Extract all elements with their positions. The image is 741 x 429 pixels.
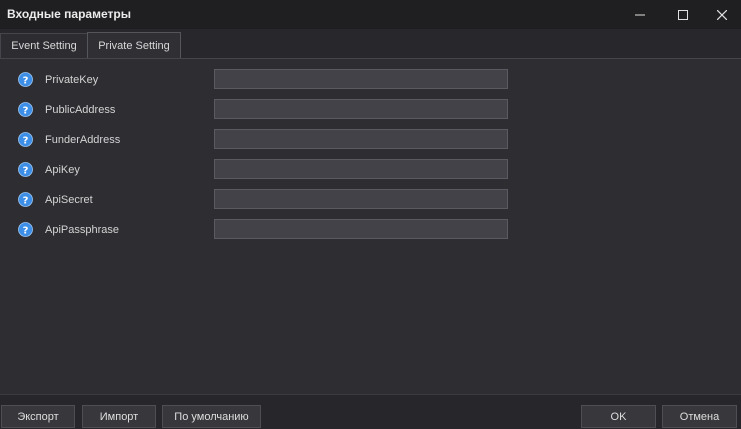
- field-label: ApiPassphrase: [45, 224, 119, 236]
- tab-label: Event Setting: [11, 40, 77, 52]
- svg-text:?: ?: [23, 195, 29, 206]
- tab-private-setting[interactable]: Private Setting: [87, 32, 181, 58]
- field-label: PublicAddress: [45, 104, 116, 116]
- window-title: Входные параметры: [7, 7, 131, 21]
- apikey-input[interactable]: [214, 159, 508, 179]
- apisecret-input[interactable]: [214, 189, 508, 209]
- svg-text:?: ?: [23, 75, 29, 86]
- field-label: PrivateKey: [45, 74, 99, 86]
- close-button[interactable]: [702, 0, 741, 29]
- publicaddress-input[interactable]: [214, 99, 508, 119]
- tab-label: Private Setting: [98, 39, 170, 52]
- maximize-button[interactable]: [663, 0, 703, 29]
- help-icon[interactable]: ?: [18, 132, 33, 147]
- help-icon[interactable]: ?: [18, 192, 33, 207]
- field-row-apipassphrase: ? ApiPassphrase: [0, 218, 741, 248]
- field-row-privatekey: ? PrivateKey: [0, 68, 741, 98]
- cancel-button[interactable]: Отмена: [662, 405, 737, 428]
- dialog-window: Входные параметры Event Setting Private …: [0, 0, 741, 429]
- field-row-funderaddress: ? FunderAddress: [0, 128, 741, 158]
- settings-panel: ? PrivateKey ? PublicAddress ? FunderAdd…: [0, 58, 741, 394]
- maximize-icon: [678, 9, 688, 20]
- button-bar: Экспорт Импорт По умолчанию OK Отмена: [0, 394, 741, 429]
- svg-text:?: ?: [23, 135, 29, 146]
- field-row-apisecret: ? ApiSecret: [0, 188, 741, 218]
- help-icon[interactable]: ?: [18, 72, 33, 87]
- svg-text:?: ?: [23, 225, 29, 236]
- minimize-button[interactable]: [620, 0, 660, 29]
- apipassphrase-input[interactable]: [214, 219, 508, 239]
- tab-event-setting[interactable]: Event Setting: [0, 33, 88, 58]
- privatekey-input[interactable]: [214, 69, 508, 89]
- funderaddress-input[interactable]: [214, 129, 508, 149]
- field-row-publicaddress: ? PublicAddress: [0, 98, 741, 128]
- help-icon[interactable]: ?: [18, 102, 33, 117]
- export-button[interactable]: Экспорт: [1, 405, 75, 428]
- title-bar[interactable]: Входные параметры: [0, 0, 741, 29]
- field-label: ApiSecret: [45, 194, 93, 206]
- svg-text:?: ?: [23, 105, 29, 116]
- svg-text:?: ?: [23, 165, 29, 176]
- tab-strip: Event Setting Private Setting: [0, 29, 741, 58]
- field-row-apikey: ? ApiKey: [0, 158, 741, 188]
- ok-button[interactable]: OK: [581, 405, 656, 428]
- help-icon[interactable]: ?: [18, 162, 33, 177]
- import-button[interactable]: Импорт: [82, 405, 156, 428]
- defaults-button[interactable]: По умолчанию: [162, 405, 261, 428]
- close-icon: [717, 9, 727, 20]
- minimize-icon: [635, 14, 645, 15]
- field-label: FunderAddress: [45, 134, 121, 146]
- help-icon[interactable]: ?: [18, 222, 33, 237]
- field-label: ApiKey: [45, 164, 80, 176]
